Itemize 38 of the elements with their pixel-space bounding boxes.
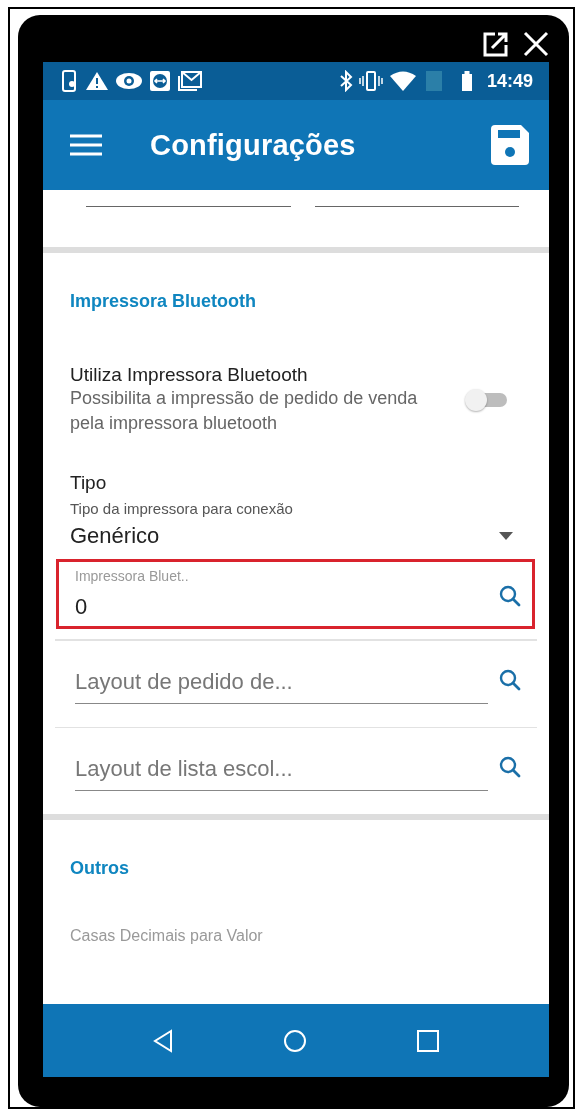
- save-icon[interactable]: [491, 125, 529, 165]
- bluetooth-icon: [338, 70, 353, 92]
- battery-icon: [460, 71, 473, 91]
- field-label: Casas Decimais para Valor: [70, 927, 264, 945]
- field-placeholder: Layout de lista escol...: [75, 756, 294, 782]
- search-icon[interactable]: [498, 755, 522, 779]
- app-bar-title: Configurações: [150, 128, 357, 162]
- eye-icon: [115, 72, 143, 90]
- dropdown-arrow-icon[interactable]: [499, 532, 513, 540]
- warning-icon: [85, 71, 109, 91]
- dropdown-value[interactable]: Genérico: [70, 523, 487, 549]
- wifi-icon: [388, 71, 417, 91]
- mail-icon: [177, 70, 203, 92]
- home-icon[interactable]: [283, 1028, 307, 1053]
- lookup-field[interactable]: Layout de pedido de...: [56, 658, 535, 713]
- field-placeholder: Layout de pedido de...: [75, 668, 294, 695]
- highlighted-field[interactable]: Impressora Bluet.. 0: [56, 559, 535, 629]
- section-title: Outros: [69, 858, 130, 879]
- search-icon[interactable]: [498, 667, 522, 692]
- toggle-switch[interactable]: [465, 389, 509, 411]
- status-time: 14:49: [486, 70, 533, 92]
- field-value: 0: [75, 594, 89, 620]
- lookup-field[interactable]: Layout de lista escol...: [56, 746, 535, 800]
- vibrate-icon: [358, 70, 383, 92]
- phone-icon: [61, 70, 79, 92]
- back-icon[interactable]: [153, 1028, 173, 1053]
- remote-icon: [149, 70, 171, 92]
- search-icon[interactable]: [498, 584, 522, 608]
- recents-icon[interactable]: [417, 1029, 439, 1052]
- pop-out-icon[interactable]: [483, 31, 509, 57]
- setting-label: Tipo: [70, 472, 108, 494]
- menu-icon[interactable]: [70, 134, 102, 156]
- setting-description: Tipo da impressora para conexão: [70, 500, 294, 517]
- setting-description: Possibilita a impressão de pedido de venda pela impressora bluetooth: [70, 387, 419, 435]
- close-icon[interactable]: [523, 31, 549, 57]
- setting-label: Utiliza Impressora Bluetooth: [70, 364, 309, 386]
- field-label: Impressora Bluet..: [75, 568, 190, 584]
- section-title: Impressora Bluetooth: [69, 291, 258, 312]
